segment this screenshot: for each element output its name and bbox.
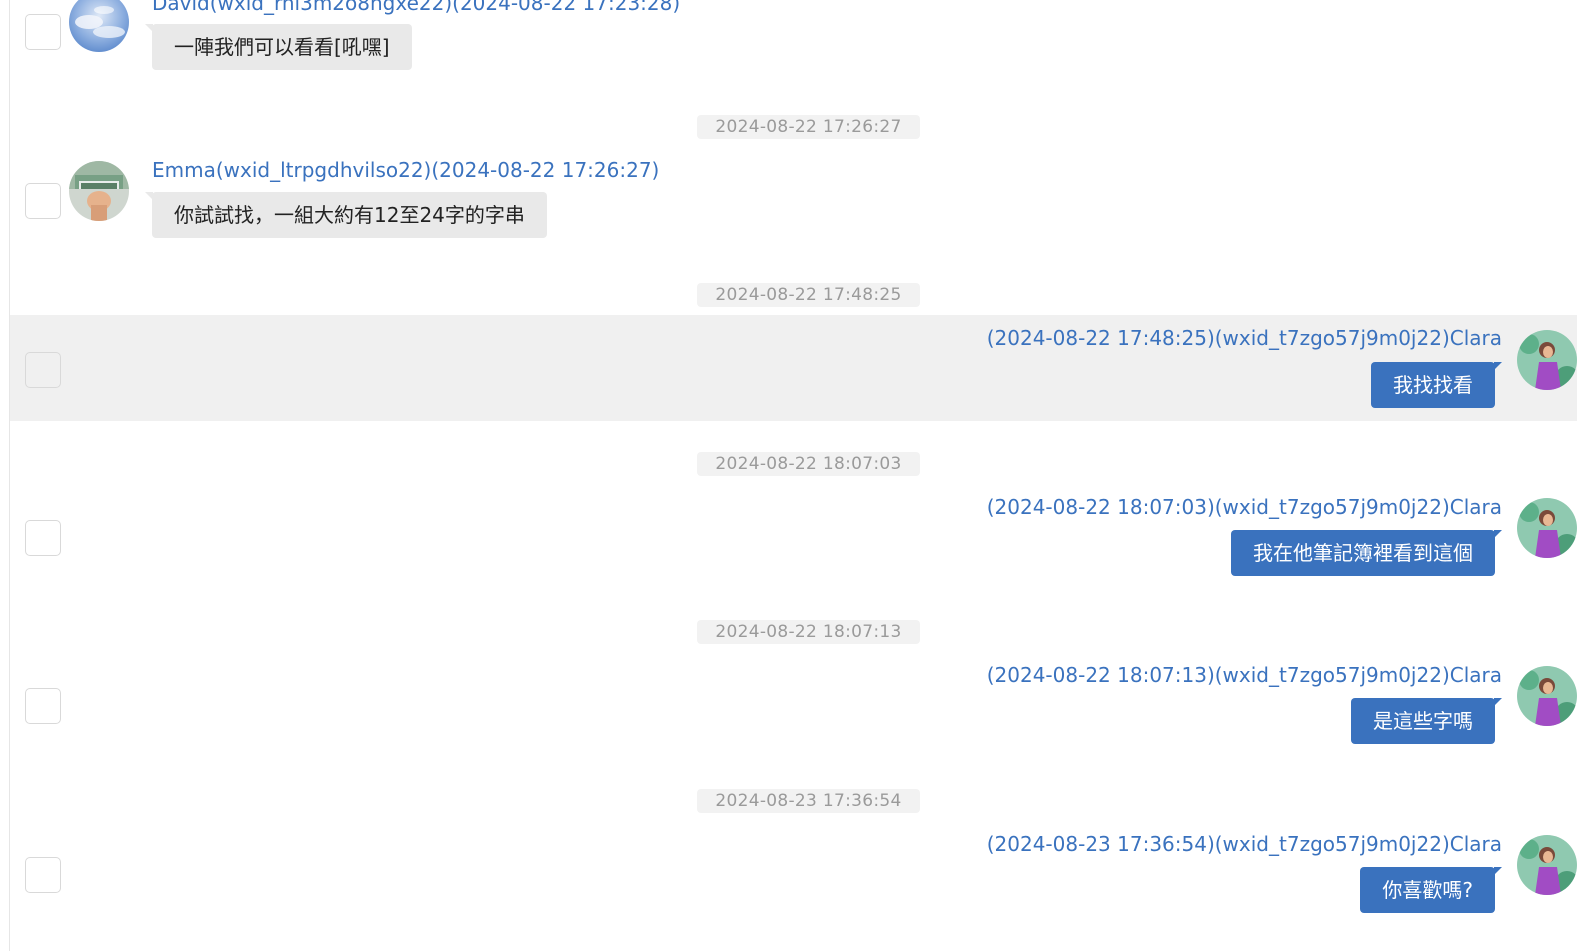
time-separator: 2024-08-23 17:36:54 — [697, 789, 920, 813]
avatar-david-icon — [69, 0, 129, 52]
avatar-emma-icon — [69, 161, 129, 221]
sender-line: (2024-08-22 17:48:25)(wxid_t7zgo57j9m0j2… — [986, 326, 1502, 350]
message-row[interactable]: (2024-08-22 17:48:25)(wxid_t7zgo57j9m0j2… — [10, 315, 1577, 421]
select-checkbox[interactable] — [25, 688, 61, 724]
time-separator: 2024-08-22 18:07:03 — [697, 452, 920, 476]
message-bubble: 你喜歡嗎? — [1360, 867, 1502, 913]
time-separator: 2024-08-22 17:26:27 — [697, 115, 920, 139]
message-bubble: 我在他筆記簿裡看到這個 — [1231, 530, 1502, 576]
select-checkbox[interactable] — [25, 14, 61, 50]
left-border — [0, 0, 10, 951]
message-row[interactable]: (2024-08-23 17:36:54)(wxid_t7zgo57j9m0j2… — [10, 821, 1577, 927]
message-bubble: 你試試找，一組大約有12至24字的字串 — [145, 192, 547, 238]
time-separator: 2024-08-22 18:07:13 — [697, 620, 920, 644]
avatar-clara-icon — [1517, 666, 1577, 726]
sender-line: (2024-08-23 17:36:54)(wxid_t7zgo57j9m0j2… — [986, 832, 1502, 856]
message-bubble: 是這些字嗎 — [1351, 698, 1502, 744]
chat-history-view: David(wxid_rhl3m2o8ngxe22)(2024-08-22 17… — [0, 0, 1577, 951]
avatar-clara-icon — [1517, 835, 1577, 895]
sender-line: David(wxid_rhl3m2o8ngxe22)(2024-08-22 17… — [152, 0, 681, 15]
select-checkbox[interactable] — [25, 857, 61, 893]
message-row[interactable]: Emma(wxid_ltrpgdhvilso22)(2024-08-22 17:… — [10, 150, 1577, 255]
select-checkbox[interactable] — [25, 183, 61, 219]
time-separator: 2024-08-22 17:48:25 — [697, 283, 920, 307]
message-bubble: 我找找看 — [1371, 362, 1502, 408]
avatar-clara-icon — [1517, 498, 1577, 558]
message-row[interactable]: David(wxid_rhl3m2o8ngxe22)(2024-08-22 17… — [10, 0, 1577, 90]
message-row[interactable]: (2024-08-22 18:07:03)(wxid_t7zgo57j9m0j2… — [10, 484, 1577, 590]
avatar-clara-icon — [1517, 330, 1577, 390]
select-checkbox[interactable] — [25, 352, 61, 388]
message-row[interactable]: (2024-08-22 18:07:13)(wxid_t7zgo57j9m0j2… — [10, 652, 1577, 758]
sender-line: (2024-08-22 18:07:13)(wxid_t7zgo57j9m0j2… — [986, 663, 1502, 687]
message-bubble: 一陣我們可以看看[吼嘿] — [145, 24, 412, 70]
sender-line: Emma(wxid_ltrpgdhvilso22)(2024-08-22 17:… — [152, 158, 660, 182]
select-checkbox[interactable] — [25, 520, 61, 556]
sender-line: (2024-08-22 18:07:03)(wxid_t7zgo57j9m0j2… — [986, 495, 1502, 519]
